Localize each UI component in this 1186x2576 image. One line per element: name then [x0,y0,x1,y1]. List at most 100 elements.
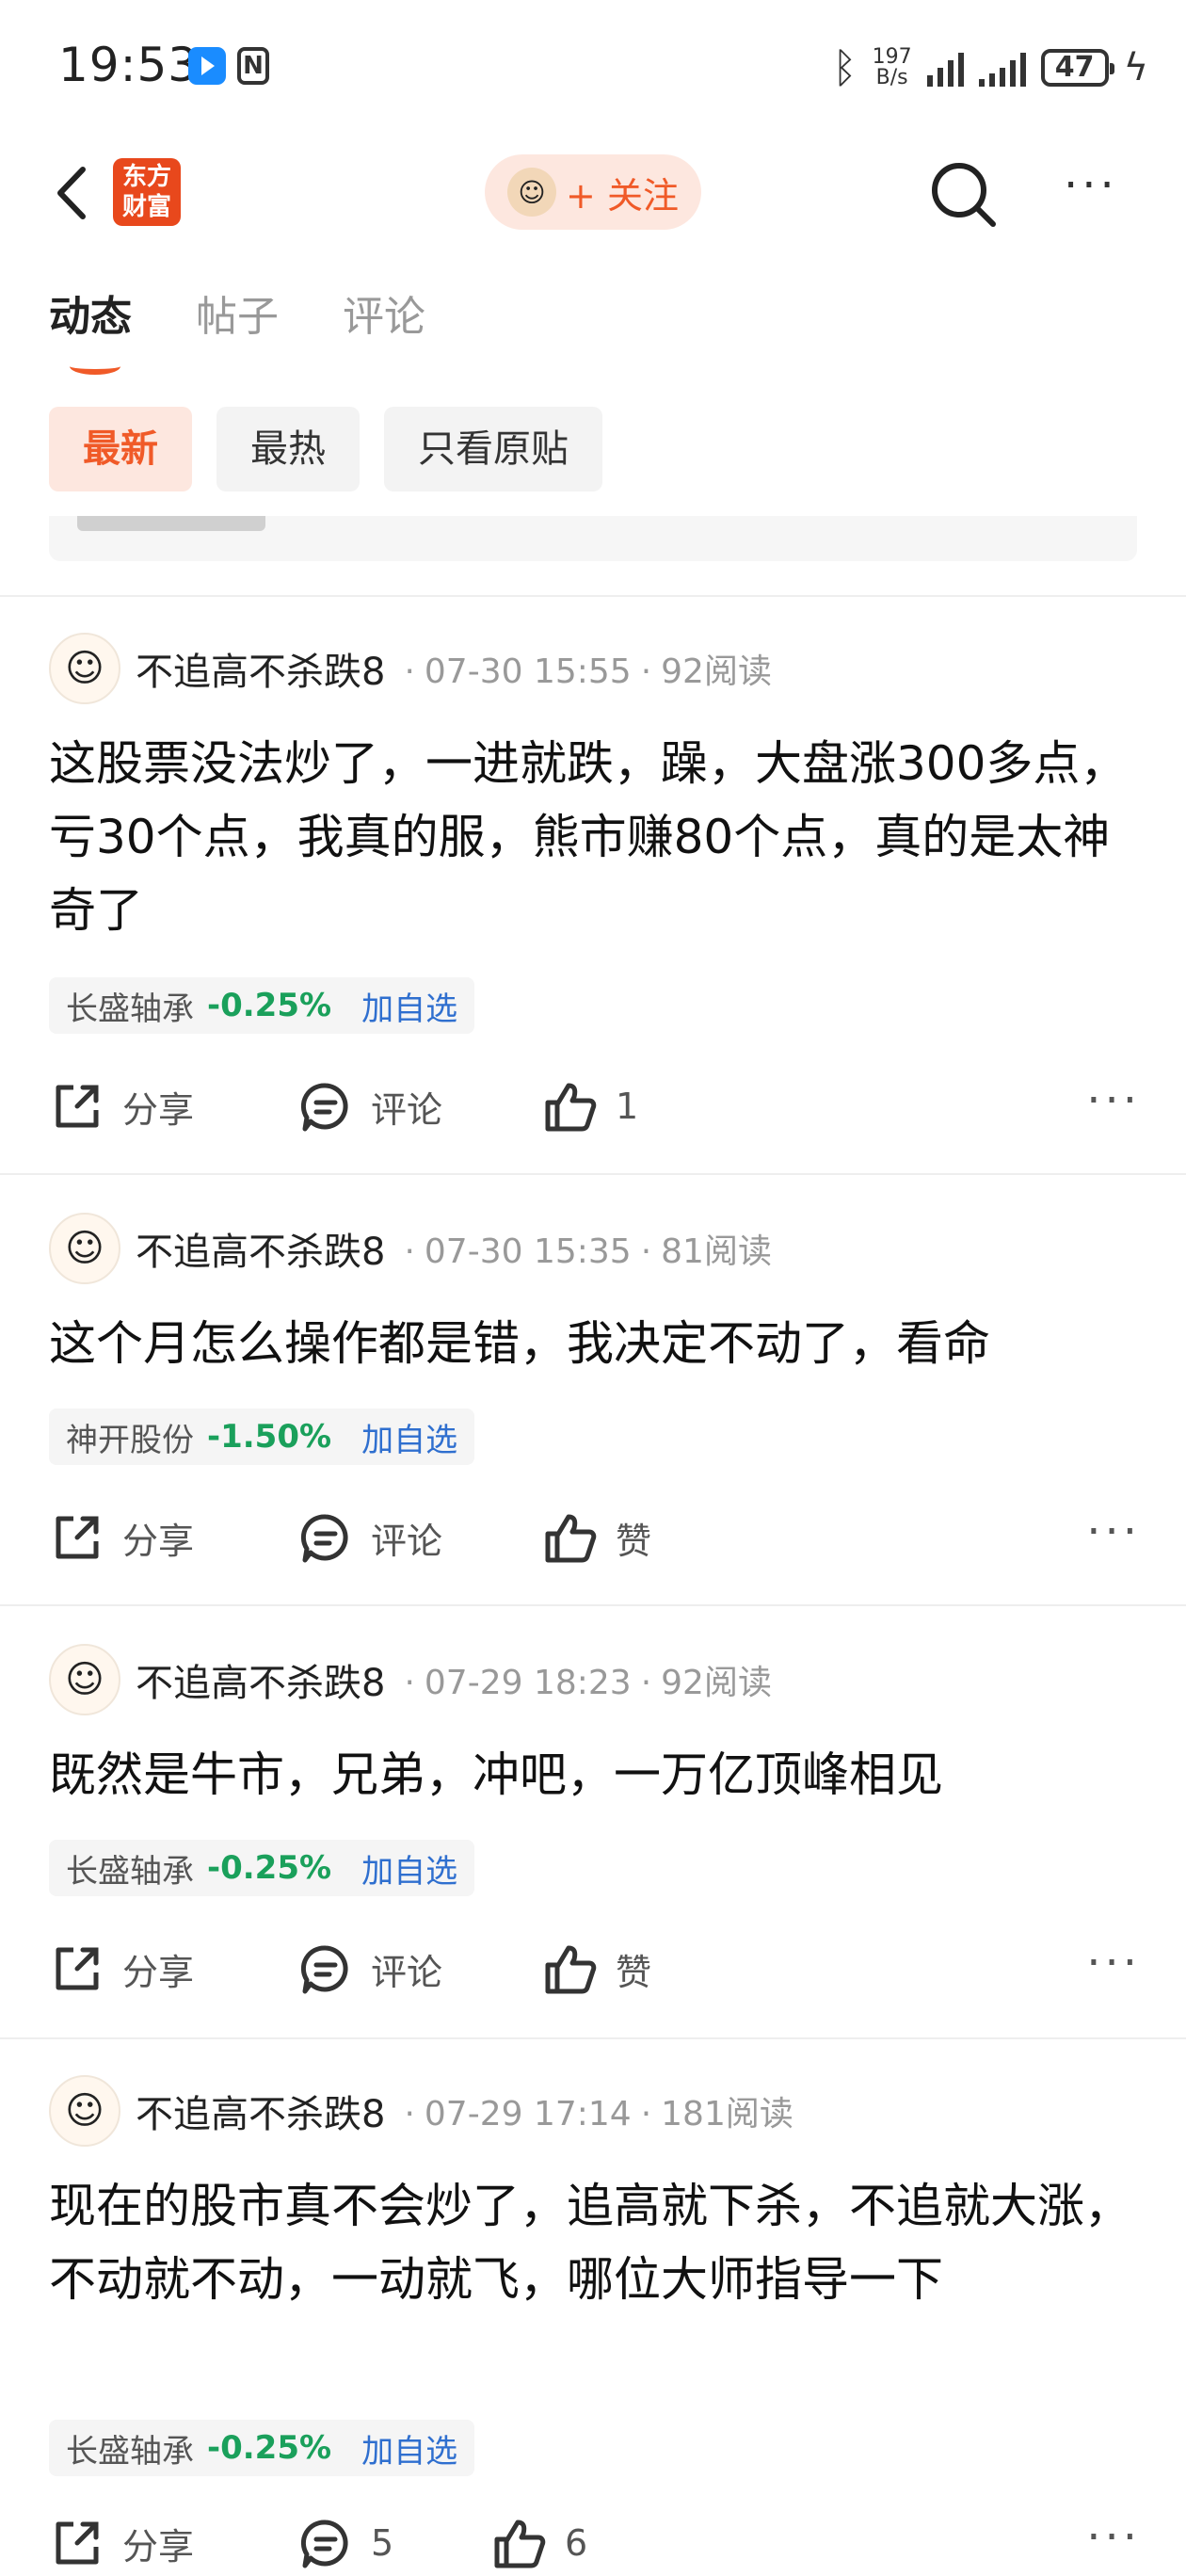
like-button[interactable]: 赞 [542,1505,651,1570]
post-meta: · 07-29 17:14 · 181阅读 [404,2095,793,2133]
avatar: ☺ [507,168,557,217]
stock-tag[interactable]: 长盛轴承 -0.25% 加自选 [49,977,475,1034]
share-button[interactable]: 分享 [49,1936,194,2002]
post-more-icon[interactable]: ··· [1086,1940,1141,1986]
post-more-icon[interactable]: ··· [1086,1509,1141,1554]
comment-label: 评论 [371,1088,443,1131]
filter-latest[interactable]: 最新 [49,407,192,491]
post-more-icon[interactable]: ··· [1086,1078,1141,1123]
share-button[interactable]: 分享 [49,1505,194,1570]
username[interactable]: 不追高不杀跌8 [136,641,385,696]
post-more-icon[interactable]: ··· [1086,2515,1141,2560]
comment-icon [300,1083,348,1132]
username[interactable]: 不追高不杀跌8 [136,1652,385,1707]
post-text[interactable]: 这个月怎么操作都是错，我决定不动了，看命 [49,1307,1141,1380]
stock-name: 长盛轴承 [66,990,194,1028]
tab-activity[interactable]: 动态 [49,282,132,375]
clock: 19:53 [58,38,200,92]
post-time: 07-29 18:23 [424,1664,632,1702]
comment-label: 评论 [371,1520,443,1562]
stock-tag[interactable]: 长盛轴承 -0.25% 加自选 [49,1840,475,1896]
stock-name: 神开股份 [66,1421,194,1459]
share-label: 分享 [122,2525,195,2568]
like-label: 1 [616,1086,639,1127]
share-label: 分享 [122,1520,195,1562]
filter-hottest[interactable]: 最热 [216,407,360,491]
comment-button[interactable]: 评论 [297,1505,442,1570]
tab-posts[interactable]: 帖子 [196,282,279,343]
search-icon[interactable] [927,158,1002,233]
username[interactable]: 不追高不杀跌8 [136,1221,385,1276]
comment-button[interactable]: 评论 [297,1073,442,1139]
post-header: ☺ 不追高不杀跌8 · 07-30 15:55 · 92阅读 [49,633,772,704]
tab-comments[interactable]: 评论 [343,282,425,343]
post-meta: · 07-30 15:35 · 81阅读 [404,1232,772,1271]
read-count: 81阅读 [661,1232,772,1271]
comment-icon [300,1514,348,1563]
like-button[interactable]: 6 [491,2510,587,2576]
logo-line-2: 财富 [121,193,171,221]
share-icon [56,1085,99,1128]
scrolled-content-fragment [49,516,1137,561]
thumbs-up-icon [545,1083,597,1132]
share-icon [56,1947,99,1990]
avatar[interactable]: ☺ [49,2075,120,2147]
comment-button[interactable]: 评论 [297,1936,442,2002]
comment-button[interactable]: 5 [297,2510,393,2576]
share-icon [56,2521,99,2565]
back-icon[interactable] [49,160,105,226]
post-actions: 分享 评论 赞 ··· [49,1505,1141,1570]
status-bar: 19:53 N ᛒ 197 B/s 47 ϟ [0,0,1186,132]
battery-icon: 47 [1040,49,1114,87]
stock-change: -0.25% [207,987,332,1024]
post-header: ☺ 不追高不杀跌8 · 07-29 18:23 · 92阅读 [49,1644,772,1715]
avatar[interactable]: ☺ [49,1644,120,1715]
stock-name: 长盛轴承 [66,1852,194,1891]
post-actions: 分享 评论 赞 ··· [49,1936,1141,2002]
avatar[interactable]: ☺ [49,633,120,704]
read-count: 92阅读 [661,652,772,691]
thumbs-up-icon [494,2520,546,2568]
share-label: 分享 [122,1951,195,1993]
post-time: 07-30 15:55 [424,652,632,691]
top-navbar: 东方 财富 ☺ + 关注 ··· [0,132,1186,254]
like-label: 6 [565,2522,588,2564]
username[interactable]: 不追高不杀跌8 [136,2084,385,2138]
comment-label: 5 [371,2522,394,2564]
follow-label: + 关注 [566,174,679,217]
bluetooth-icon: ᛒ [832,43,857,92]
follow-button[interactable]: ☺ + 关注 [485,154,701,230]
more-icon[interactable]: ··· [1064,163,1130,217]
filter-original-only[interactable]: 只看原贴 [384,407,602,491]
share-label: 分享 [122,1088,195,1131]
post-text[interactable]: 这股票没法炒了，一进就跌，躁，大盘涨300多点，亏30个点，我真的服，熊市赚80… [49,727,1141,947]
stock-tag[interactable]: 神开股份 -1.50% 加自选 [49,1409,475,1465]
like-button[interactable]: 1 [542,1073,638,1139]
app-notification-icon [188,47,226,85]
post-time: 07-29 17:14 [424,2095,632,2133]
add-watchlist-button[interactable]: 加自选 [361,983,457,1029]
signal-2-icon [978,49,1026,87]
add-watchlist-button[interactable]: 加自选 [361,1845,457,1892]
divider [0,1173,1186,1175]
like-label: 赞 [616,1520,652,1562]
stock-tag[interactable]: 长盛轴承 -0.25% 加自选 [49,2420,475,2476]
post-text[interactable]: 现在的股市真不会炒了，追高就下杀，不追就大涨，不动就不动，一动就飞，哪位大师指导… [49,2169,1141,2316]
post-actions: 分享 5 6 ··· [49,2510,1141,2576]
add-watchlist-button[interactable]: 加自选 [361,2425,457,2471]
divider [0,595,1186,597]
avatar[interactable]: ☺ [49,1213,120,1284]
stock-name: 长盛轴承 [66,2432,194,2471]
stock-change: -0.25% [207,2429,332,2467]
nfc-icon: N [237,47,269,85]
share-button[interactable]: 分享 [49,1073,194,1139]
status-icons: ᛒ 197 B/s 47 ϟ [832,41,1148,94]
like-button[interactable]: 赞 [542,1936,651,2002]
post-meta: · 07-29 18:23 · 92阅读 [404,1664,772,1702]
tab-label: 评论 [343,293,425,341]
post-text[interactable]: 既然是牛市，兄弟，冲吧，一万亿顶峰相见 [49,1738,1141,1811]
post-header: ☺ 不追高不杀跌8 · 07-29 17:14 · 181阅读 [49,2075,793,2147]
thumbs-up-icon [545,1945,597,1994]
add-watchlist-button[interactable]: 加自选 [361,1414,457,1460]
share-button[interactable]: 分享 [49,2510,194,2576]
